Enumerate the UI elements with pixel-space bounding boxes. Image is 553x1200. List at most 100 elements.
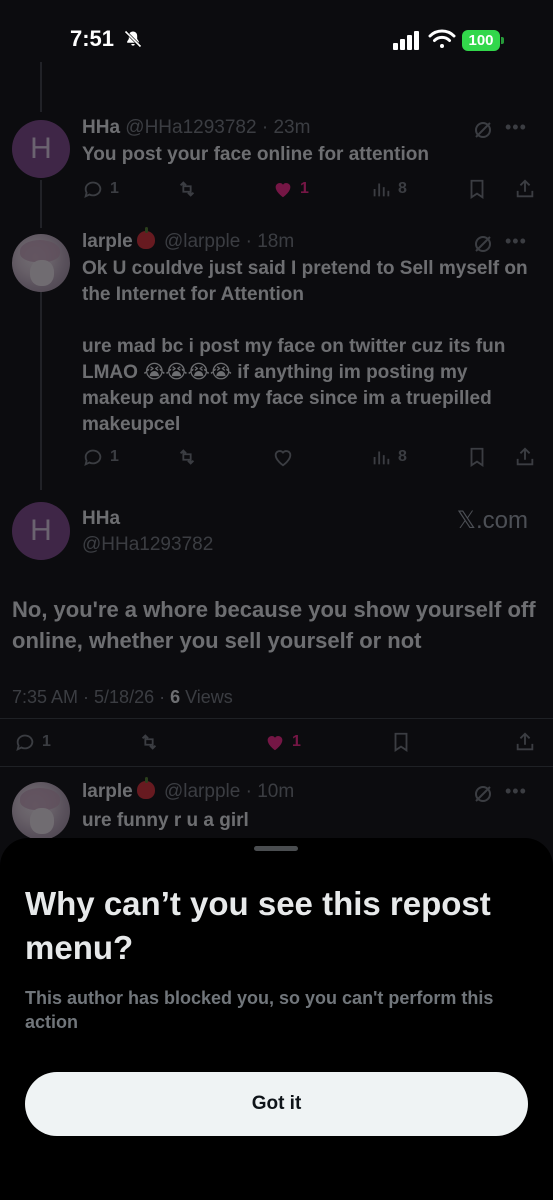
tweet-actions: 1 1 [14, 729, 540, 755]
avatar[interactable]: H [12, 120, 70, 178]
thread-line [40, 180, 42, 228]
views-count: 8 [398, 180, 407, 197]
tweet-actions: 1 8 [82, 444, 542, 470]
bottom-sheet: Why can’t you see this repost menu? This… [0, 838, 553, 1200]
share-button[interactable] [514, 729, 536, 755]
thread-line [40, 290, 42, 490]
views-icon [373, 451, 390, 465]
reply-count: 1 [110, 448, 119, 465]
like-count: 1 [292, 733, 301, 750]
repost-icon [141, 734, 157, 750]
like-button[interactable]: 1 [264, 729, 301, 755]
repost-button[interactable] [176, 444, 198, 470]
like-button[interactable] [272, 444, 294, 470]
tweet-header: HHa @HHa1293782 · 23m [82, 117, 310, 139]
author-name[interactable]: larple [82, 781, 133, 802]
status-bar: 7:51 100 [0, 0, 553, 70]
avatar[interactable] [12, 782, 70, 840]
avatar-letter: H [30, 514, 52, 547]
author-name[interactable]: HHa [82, 117, 120, 138]
author-name[interactable]: HHa [82, 508, 120, 530]
heart-icon [274, 450, 292, 467]
grok-icon[interactable] [473, 120, 493, 140]
divider [0, 718, 553, 719]
author-handle[interactable]: @larpple [164, 781, 240, 802]
views-button[interactable]: 8 [370, 176, 407, 202]
bookmark-icon [394, 732, 408, 752]
like-count: 1 [300, 180, 309, 197]
reply-icon [16, 734, 34, 752]
bookmark-button[interactable] [390, 729, 412, 755]
views-icon [373, 183, 390, 197]
more-icon[interactable]: ••• [505, 118, 529, 140]
sheet-body: This author has blocked you, so you can'… [25, 988, 494, 1032]
tweet-meta: 7:35 AM · 5/18/26 · 6 Views [12, 687, 233, 708]
views-count: 8 [398, 448, 407, 465]
tweet-paragraph: Ok U couldve just said I pretend to Sell… [82, 258, 528, 305]
reply-button[interactable]: 1 [82, 176, 119, 202]
got-it-button[interactable]: Got it [25, 1072, 528, 1136]
share-icon [516, 179, 534, 198]
tweet-text: No, you're a whore because you show your… [12, 597, 536, 653]
bookmark-button[interactable] [466, 176, 488, 202]
tweet-time: · 10m [245, 781, 295, 802]
tweet-top-icons: ••• [473, 118, 531, 140]
author-handle[interactable]: @HHa1293782 [82, 534, 213, 556]
avatar[interactable]: H [12, 502, 70, 560]
tweet-text: ure funny r u a girl [82, 810, 249, 831]
bell-slash-icon [124, 30, 142, 48]
bookmark-icon [470, 179, 484, 199]
status-time: 7:51 [70, 26, 115, 51]
more-icon[interactable]: ••• [505, 232, 529, 254]
avatar-letter: H [30, 132, 52, 165]
bookmark-button[interactable] [466, 444, 488, 470]
share-button[interactable] [514, 444, 536, 470]
wifi-icon [428, 29, 456, 48]
reply-icon [84, 181, 102, 199]
like-button[interactable]: 1 [272, 176, 309, 202]
cellular-signal-icon [393, 31, 419, 50]
tweet-text: You post your face online for attention [82, 144, 429, 165]
tweet-header: larple @larpple · 10m [82, 777, 295, 803]
apple-emoji-icon [136, 777, 155, 799]
repost-icon [179, 449, 195, 465]
battery-icon: 100 [462, 30, 504, 51]
reply-icon [84, 449, 102, 467]
author-handle[interactable]: @HHa1293782 [125, 117, 256, 138]
avatar[interactable] [12, 234, 70, 292]
heart-filled-icon [275, 183, 291, 198]
reply-button[interactable]: 1 [14, 729, 51, 755]
share-icon [516, 447, 534, 466]
sheet-title: Why can’t you see this repost menu? [25, 885, 491, 966]
tweet-top-icons: ••• [473, 232, 531, 254]
heart-filled-icon [267, 736, 283, 751]
reply-count: 1 [42, 733, 51, 750]
reply-button[interactable]: 1 [82, 444, 119, 470]
author-name[interactable]: larple [82, 231, 133, 252]
tweet-paragraph: ure mad bc i post my face on twitter cuz… [82, 336, 506, 435]
tweet-header: larple @larpple · 18m [82, 227, 294, 253]
source-label: 𝕏.com [456, 507, 528, 534]
tweet-actions: 1 1 8 [82, 176, 542, 202]
repost-button[interactable] [138, 729, 160, 755]
grok-icon[interactable] [473, 234, 493, 254]
tweet-time: · 23m [261, 117, 311, 138]
tweet-timestamp: 7:35 AM · 5/18/26 · [12, 687, 171, 707]
views-count: 6 [170, 687, 181, 707]
grok-icon[interactable] [473, 784, 493, 804]
more-icon[interactable]: ••• [505, 782, 529, 804]
share-button[interactable] [514, 176, 536, 202]
bookmark-icon [470, 447, 484, 467]
reply-count: 1 [110, 180, 119, 197]
sheet-grabber[interactable] [254, 846, 298, 851]
author-handle[interactable]: @larpple [164, 231, 240, 252]
share-icon [516, 732, 534, 751]
screen: 7:51 100 H HHa @HHa1293782 · 23m ••• You… [0, 0, 553, 1200]
tweet-top-icons: ••• [473, 782, 531, 804]
tweet-text: Ok U couldve just said I pretend to Sell… [82, 256, 537, 438]
repost-button[interactable] [176, 176, 198, 202]
apple-emoji-icon [136, 227, 155, 249]
views-label: Views [180, 687, 233, 707]
views-button[interactable]: 8 [370, 444, 407, 470]
